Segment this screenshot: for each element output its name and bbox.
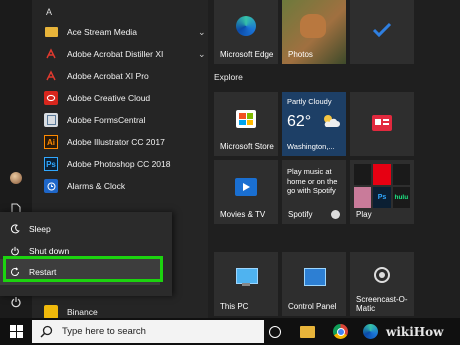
play-folder-grid: Ps hulu bbox=[354, 164, 410, 208]
restart-highlight bbox=[3, 256, 163, 282]
illustrator-icon: Ai bbox=[44, 135, 58, 149]
tile-label: Microsoft Edge bbox=[220, 50, 274, 59]
edge-icon bbox=[236, 16, 256, 36]
wikihow-watermark: wikiHow bbox=[386, 325, 444, 339]
creative-cloud-icon bbox=[44, 91, 58, 105]
spotify-icon bbox=[331, 210, 340, 219]
photoshop-mini-icon: Ps bbox=[373, 187, 391, 208]
weather-condition: Partly Cloudy bbox=[287, 97, 332, 106]
app-item-acrobat-distiller[interactable]: Adobe Acrobat Distiller XI ⌄ bbox=[40, 43, 208, 65]
tile-label: Photos bbox=[288, 50, 313, 59]
binance-icon bbox=[44, 305, 58, 318]
app-item-acrobat-pro[interactable]: Adobe Acrobat XI Pro bbox=[40, 65, 208, 87]
partly-cloudy-icon bbox=[324, 115, 340, 127]
screencast-icon bbox=[374, 267, 390, 283]
weather-location: Washington,... bbox=[287, 142, 335, 151]
sleep-option[interactable]: Sleep bbox=[0, 218, 172, 240]
news-icon bbox=[372, 115, 392, 131]
chevron-down-icon[interactable]: ⌄ bbox=[198, 49, 206, 60]
edge-taskbar-button[interactable] bbox=[362, 323, 379, 340]
tile-store[interactable]: Microsoft Store bbox=[214, 92, 278, 156]
tile-label: Play bbox=[356, 210, 372, 219]
app-item-creative-cloud[interactable]: Adobe Creative Cloud bbox=[40, 87, 208, 109]
roblox-icon bbox=[373, 164, 391, 185]
acrobat-icon bbox=[44, 69, 58, 83]
chrome-icon bbox=[333, 324, 348, 339]
tile-this-pc[interactable]: This PC bbox=[214, 252, 278, 316]
chevron-down-icon[interactable]: ⌄ bbox=[198, 27, 206, 38]
acrobat-distiller-icon bbox=[44, 47, 58, 61]
app-item-alarms-clock[interactable]: Alarms & Clock bbox=[40, 175, 208, 197]
search-placeholder: Type here to search bbox=[62, 326, 146, 337]
power-button[interactable] bbox=[8, 294, 24, 310]
app-item-photoshop[interactable]: Ps Adobe Photoshop CC 2018 bbox=[40, 153, 208, 175]
app-item-ace-stream[interactable]: Ace Stream Media ⌄ bbox=[40, 21, 208, 43]
tile-label: Movies & TV bbox=[220, 210, 266, 219]
folder-icon bbox=[300, 325, 315, 338]
moon-icon bbox=[8, 224, 22, 234]
tile-edge[interactable]: Microsoft Edge bbox=[214, 0, 278, 64]
taskbar-search-box[interactable]: Type here to search bbox=[32, 320, 264, 343]
sleep-label: Sleep bbox=[29, 224, 51, 234]
app-label: Adobe Photoshop CC 2018 bbox=[67, 159, 171, 169]
computer-icon bbox=[236, 268, 258, 284]
app-item-illustrator[interactable]: Ai Adobe Illustrator CC 2017 bbox=[40, 131, 208, 153]
section-letter[interactable]: A bbox=[46, 7, 52, 17]
tile-play[interactable]: Ps hulu Play bbox=[350, 160, 414, 224]
hulu-icon: hulu bbox=[392, 187, 410, 208]
shutdown-label: Shut down bbox=[29, 246, 70, 256]
tile-screencast[interactable]: Screencast-O-Matic bbox=[350, 252, 414, 316]
game-icon bbox=[354, 187, 372, 208]
tile-photos[interactable]: Photos bbox=[282, 0, 346, 64]
tile-news[interactable] bbox=[350, 92, 414, 156]
checkmark-icon bbox=[372, 22, 392, 38]
spotify-promo-text: Play music at home or on the go with Spo… bbox=[287, 167, 338, 195]
tile-label: Screencast-O-Matic bbox=[356, 295, 408, 313]
explore-heading: Explore bbox=[214, 72, 243, 82]
dog-photo-icon bbox=[300, 14, 326, 38]
photoshop-badge: Ps bbox=[46, 159, 56, 169]
app-label: Adobe Creative Cloud bbox=[67, 93, 151, 103]
power-menu: Sleep Shut down Restart bbox=[0, 212, 172, 296]
app-item-binance[interactable]: Binance bbox=[40, 305, 208, 318]
file-explorer-button[interactable] bbox=[299, 323, 316, 340]
illustrator-badge: Ai bbox=[47, 137, 55, 147]
film-icon bbox=[235, 178, 257, 196]
user-avatar[interactable] bbox=[8, 170, 24, 186]
app-label: Alarms & Clock bbox=[67, 181, 126, 191]
chrome-button[interactable] bbox=[332, 323, 349, 340]
app-label: Binance bbox=[67, 306, 98, 317]
tile-label: Spotify bbox=[288, 210, 313, 219]
photoshop-icon: Ps bbox=[44, 157, 58, 171]
avatar-icon bbox=[10, 172, 22, 184]
tile-movies-tv[interactable]: Movies & TV bbox=[214, 160, 278, 224]
tile-label: Control Panel bbox=[288, 302, 337, 311]
power-icon bbox=[8, 246, 22, 256]
edge-icon bbox=[363, 324, 378, 339]
control-panel-icon bbox=[304, 268, 326, 286]
task-view-icon bbox=[268, 325, 281, 338]
tile-weather[interactable]: Partly Cloudy 62° Washington,... bbox=[282, 92, 346, 156]
task-view-button[interactable] bbox=[266, 323, 283, 340]
app-label: Ace Stream Media bbox=[67, 27, 137, 37]
app-item-formscentral[interactable]: Adobe FormsCentral bbox=[40, 109, 208, 131]
start-button[interactable] bbox=[8, 323, 25, 340]
app-label: Adobe FormsCentral bbox=[67, 115, 146, 125]
tile-label: Microsoft Store bbox=[220, 142, 274, 151]
alarm-clock-icon bbox=[44, 179, 58, 193]
tile-label: This PC bbox=[220, 302, 249, 311]
app-label: Adobe Acrobat XI Pro bbox=[67, 71, 149, 81]
tile-control-panel[interactable]: Control Panel bbox=[282, 252, 346, 316]
store-icon bbox=[236, 110, 256, 128]
forms-central-icon bbox=[44, 113, 58, 127]
folder-icon bbox=[44, 25, 58, 39]
tile-todo[interactable] bbox=[350, 0, 414, 64]
tile-spotify[interactable]: Play music at home or on the go with Spo… bbox=[282, 160, 346, 224]
windows-icon bbox=[10, 325, 23, 338]
app-label: Adobe Acrobat Distiller XI bbox=[67, 49, 164, 59]
search-icon bbox=[40, 325, 53, 338]
weather-temp: 62° bbox=[287, 113, 312, 130]
app-label: Adobe Illustrator CC 2017 bbox=[67, 137, 165, 147]
power-icon bbox=[11, 297, 21, 308]
